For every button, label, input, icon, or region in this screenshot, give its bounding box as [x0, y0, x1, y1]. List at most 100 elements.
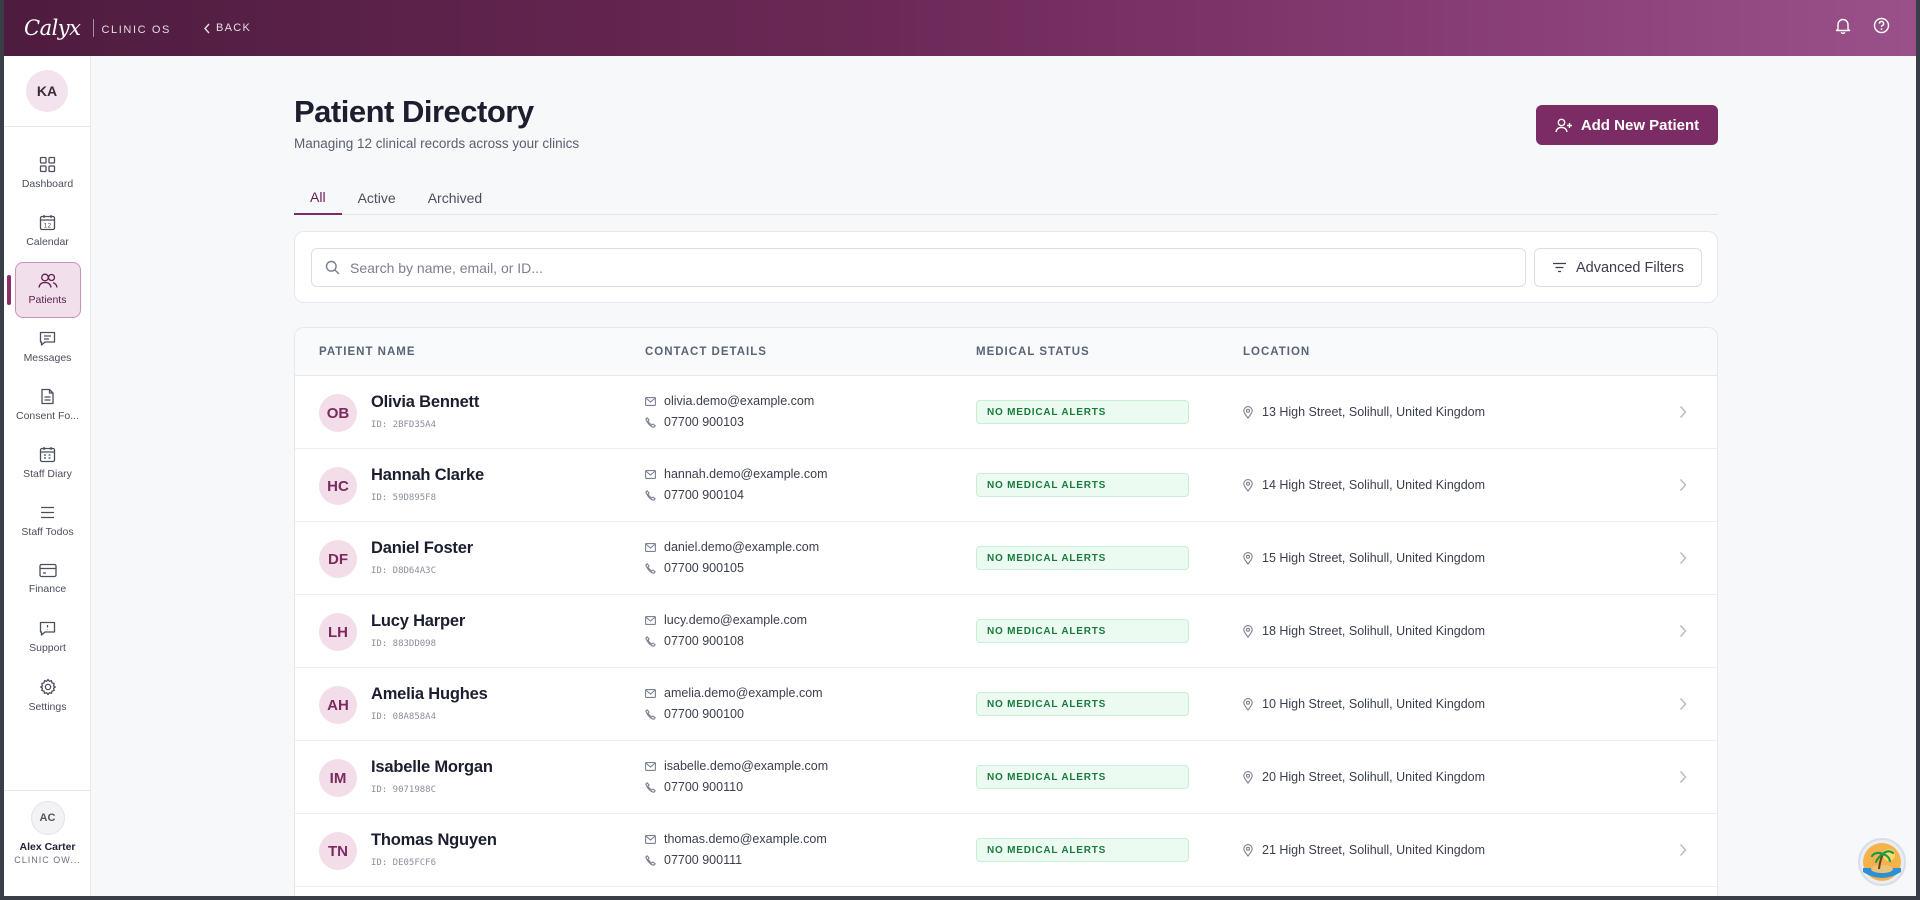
mail-icon — [645, 761, 656, 771]
sidebar-item-patients[interactable]: Patients — [4, 260, 91, 318]
chevron-right-icon[interactable] — [1679, 697, 1687, 711]
patient-name: Thomas Nguyen — [371, 831, 497, 849]
column-header-patient-name[interactable]: PATIENT NAME — [319, 346, 416, 358]
column-header-location[interactable]: LOCATION — [1243, 346, 1310, 358]
patient-email: thomas.demo@example.com — [645, 832, 827, 846]
top-bar: Calyx CLINIC OS BACK — [4, 0, 1916, 56]
patient-location-text: 18 High Street, Solihull, United Kingdom — [1262, 624, 1486, 638]
mail-icon — [645, 688, 656, 698]
sidebar-item-messages[interactable]: Messages — [4, 318, 91, 376]
sidebar-item-consent-forms[interactable]: Consent Fo... — [4, 376, 91, 434]
patient-location: 18 High Street, Solihull, United Kingdom — [1243, 624, 1485, 638]
tab-archived[interactable]: Archived — [412, 180, 498, 215]
phone-icon — [645, 635, 656, 647]
sidebar-nav: Dashboard 12 Calendar Patients Messages … — [4, 144, 91, 724]
sidebar-item-staff-diary[interactable]: Staff Diary — [4, 434, 91, 492]
table-row[interactable]: AH Amelia Hughes ID: 08A858A4 amelia.dem… — [295, 668, 1717, 741]
add-new-patient-label: Add New Patient — [1580, 116, 1700, 134]
page-title: Patient Directory — [294, 94, 534, 129]
patient-email-text: hannah.demo@example.com — [664, 467, 828, 481]
gear-icon — [39, 678, 56, 695]
assistant-launcher-button[interactable] — [1858, 838, 1906, 886]
sidebar-item-calendar[interactable]: 12 Calendar — [4, 202, 91, 260]
help-icon[interactable] — [1873, 17, 1890, 39]
sidebar-item-label: Finance — [28, 583, 67, 595]
sidebar-item-label: Support — [29, 642, 66, 654]
column-header-contact-details[interactable]: CONTACT DETAILS — [645, 346, 767, 358]
search-input[interactable] — [350, 259, 1450, 276]
patient-email: isabelle.demo@example.com — [645, 759, 828, 773]
patient-phone-text: 07700 900108 — [664, 634, 744, 648]
patient-name: Lucy Harper — [371, 612, 466, 630]
search-field[interactable] — [311, 248, 1526, 287]
patient-id: ID: 9071988C — [371, 785, 437, 795]
phone-icon — [645, 562, 656, 574]
sidebar-item-label: Messages — [23, 352, 72, 364]
status-badge: NO MEDICAL ALERTS — [976, 838, 1189, 862]
patient-location-text: 10 High Street, Solihull, United Kingdom — [1262, 697, 1486, 711]
back-button[interactable]: BACK — [203, 22, 251, 34]
sidebar-item-label: Consent Fo... — [15, 410, 80, 422]
diary-icon — [39, 447, 56, 463]
patient-id: ID: 2BFD35A4 — [371, 420, 437, 430]
status-badge: NO MEDICAL ALERTS — [976, 400, 1189, 424]
status-badge: NO MEDICAL ALERTS — [976, 765, 1189, 789]
active-highlight — [15, 262, 81, 318]
add-new-patient-button[interactable]: Add New Patient — [1536, 105, 1718, 145]
table-row[interactable]: DF Daniel Foster ID: D8D64A3C daniel.dem… — [295, 522, 1717, 595]
bell-icon[interactable] — [1835, 17, 1851, 39]
chevron-right-icon[interactable] — [1679, 478, 1687, 492]
patient-location: 20 High Street, Solihull, United Kingdom — [1243, 770, 1485, 784]
status-badge: NO MEDICAL ALERTS — [976, 473, 1189, 497]
patient-id: ID: 883DD098 — [371, 639, 437, 649]
patient-name: Daniel Foster — [371, 539, 473, 557]
clinic-avatar[interactable]: KA — [26, 70, 68, 112]
patient-avatar: DF — [319, 540, 357, 578]
sidebar-item-label: Staff Todos — [21, 526, 74, 538]
sidebar-item-dashboard[interactable]: Dashboard — [4, 144, 91, 202]
sidebar-item-finance[interactable]: Finance — [4, 550, 91, 608]
table-row[interactable]: OB Olivia Bennett ID: 2BFD35A4 olivia.de… — [295, 376, 1717, 449]
patient-phone-text: 07700 900103 — [664, 415, 744, 429]
patient-phone-text: 07700 900104 — [664, 488, 744, 502]
user-name: Alex Carter — [19, 841, 76, 853]
svg-text:12: 12 — [44, 223, 52, 230]
chevron-right-icon[interactable] — [1679, 405, 1687, 419]
table-header: PATIENT NAME CONTACT DETAILS MEDICAL STA… — [295, 328, 1717, 376]
chevron-right-icon[interactable] — [1679, 770, 1687, 784]
table-row[interactable]: LH Lucy Harper ID: 883DD098 lucy.demo@ex… — [295, 595, 1717, 668]
map-pin-icon — [1243, 551, 1253, 565]
patient-avatar: TN — [319, 832, 357, 870]
table-row[interactable]: IM Isabelle Morgan ID: 9071988C isabelle… — [295, 741, 1717, 814]
patient-avatar: HC — [319, 467, 357, 505]
phone-icon — [645, 489, 656, 501]
chevron-right-icon[interactable] — [1679, 843, 1687, 857]
active-indicator — [7, 275, 11, 305]
patient-phone-text: 07700 900110 — [664, 780, 744, 794]
phone-icon — [645, 781, 656, 793]
patient-phone: 07700 900105 — [645, 561, 744, 575]
tab-active[interactable]: Active — [342, 180, 412, 215]
sidebar-item-staff-todos[interactable]: Staff Todos — [4, 492, 91, 550]
user-profile[interactable]: AC Alex Carter CLINIC OW... — [4, 790, 91, 865]
mail-icon — [645, 396, 656, 406]
sidebar-item-settings[interactable]: Settings — [4, 666, 91, 724]
sidebar-item-support[interactable]: Support — [4, 608, 91, 666]
tab-all[interactable]: All — [294, 180, 342, 215]
table-row[interactable]: TN Thomas Nguyen ID: DE05FCF6 thomas.dem… — [295, 814, 1717, 887]
chevron-right-icon[interactable] — [1679, 624, 1687, 638]
card-icon — [38, 563, 57, 578]
message-icon — [39, 331, 56, 346]
column-header-medical-status[interactable]: MEDICAL STATUS — [976, 346, 1090, 358]
phone-icon — [645, 708, 656, 720]
map-pin-icon — [1243, 624, 1253, 638]
table-row[interactable]: HC Hannah Clarke ID: 59D895F8 hannah.dem… — [295, 449, 1717, 522]
patient-avatar: OB — [319, 394, 357, 432]
chevron-right-icon[interactable] — [1679, 551, 1687, 565]
patient-id: ID: 59D895F8 — [371, 493, 437, 503]
patient-name: Olivia Bennett — [371, 393, 480, 411]
advanced-filters-button[interactable]: Advanced Filters — [1534, 248, 1702, 287]
patient-email-text: isabelle.demo@example.com — [664, 759, 829, 773]
map-pin-icon — [1243, 697, 1253, 711]
mail-icon — [645, 469, 656, 479]
